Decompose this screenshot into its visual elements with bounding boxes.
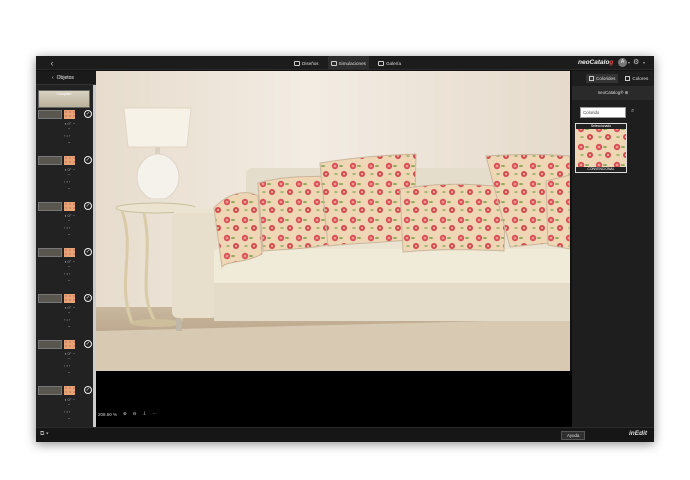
layer-row[interactable]: ✓ ◑ 0° ◔ ⌃ ‹ • › ⌄ — [36, 384, 96, 430]
layer-row[interactable]: ✓ ◑ 0° ◔ ⌃ ‹ • › ⌄ — [36, 108, 96, 154]
layer-row[interactable]: ✓ ◑ 0° ◔ ⌃ ‹ • › ⌄ — [36, 200, 96, 246]
check-icon[interactable]: ✓ — [84, 340, 92, 348]
brand-logo: neoCatalog — [578, 59, 613, 66]
settings-chevron-icon[interactable]: ▾ — [643, 60, 645, 65]
zoom-toolbar: 208.60 % ⊕ ⊖ ⇩ ⋯ — [98, 411, 157, 417]
brand-text: neoCatalo — [578, 59, 610, 66]
palette-icon — [589, 76, 594, 81]
check-icon[interactable]: ✓ — [84, 202, 92, 210]
layer-row[interactable]: ✓ ◑ 0° ◔ ⌃ ‹ • › ⌄ — [36, 292, 96, 338]
drop-icon — [625, 76, 631, 81]
bookmark-icon — [377, 60, 384, 66]
layer-controls[interactable]: ◑ 0° ◔ ⌃ ‹ • › ⌄ — [64, 167, 75, 191]
tab-disenos-label: Diseños — [302, 60, 319, 66]
layer-controls[interactable]: ◑ 0° ◔ ⌃ ‹ • › ⌄ — [64, 259, 75, 283]
chevron-down-icon[interactable]: ▾ — [628, 60, 630, 65]
objects-header[interactable]: ‹ Objetos — [36, 71, 96, 85]
tab-disenos[interactable]: Diseños — [291, 56, 322, 70]
check-icon[interactable]: ✓ — [84, 294, 92, 302]
canvas-background — [96, 371, 572, 427]
layer-pattern-thumbnail[interactable] — [64, 340, 75, 349]
simulation-viewport[interactable] — [96, 71, 570, 371]
color-panel: Colorides Colores neoCatalog® ⊕ Colorido… — [572, 71, 654, 427]
layer-thumbnail[interactable] — [38, 248, 62, 257]
layer-row[interactable]: ✓ ◑ 0° ◔ ⌃ ‹ • › ⌄ — [36, 154, 96, 200]
room-scene — [96, 71, 570, 371]
check-icon[interactable]: ✓ — [84, 248, 92, 256]
color-tabs: Colorides Colores — [572, 71, 654, 86]
catalog-info[interactable]: neoCatalog® ⊕ — [572, 86, 654, 100]
layer-thumbnail[interactable] — [38, 340, 62, 349]
layer-pattern-thumbnail[interactable] — [64, 248, 75, 257]
sofa-icon — [330, 60, 337, 66]
tab-simulaciones-label: Simulaciones — [338, 60, 366, 66]
zoom-in-icon[interactable]: ⊕ — [123, 411, 127, 417]
search-input[interactable]: Colorido — [580, 107, 626, 118]
layer-controls[interactable]: ◑ 0° ◔ ⌃ ‹ • › ⌄ — [64, 397, 75, 421]
check-icon[interactable]: ✓ — [84, 156, 92, 164]
zoom-out-icon[interactable]: ⊖ — [133, 411, 137, 417]
chevron-left-icon: ‹ — [52, 74, 54, 81]
swatch-pattern — [576, 124, 626, 172]
check-icon[interactable]: ✓ — [84, 386, 92, 394]
back-button[interactable]: ‹ — [45, 58, 59, 68]
layer-pattern-thumbnail[interactable] — [64, 202, 75, 211]
top-bar: ‹ Diseños Simulaciones Galería neoCatalo… — [36, 56, 654, 70]
layer-pattern-thumbnail[interactable] — [64, 294, 75, 303]
download-icon[interactable]: ⇩ — [143, 411, 147, 417]
tab-colores[interactable]: Colores — [622, 74, 651, 83]
brand-accent: g — [609, 59, 614, 66]
objects-title: Objetos — [56, 74, 74, 81]
tab-colorides[interactable]: Colorides — [586, 74, 619, 83]
layer-list: ✓ ◑ 0° ◔ ⌃ ‹ • › ⌄ ✓ ◑ 0° ◔ ⌃ ‹ • › ⌄ ✓ ◑ 0° ◔ … — [36, 108, 96, 430]
tab-simulaciones[interactable]: Simulaciones — [327, 56, 369, 70]
swatch-bottom-label: CONVENCIONAL — [576, 167, 626, 172]
layer-controls[interactable]: ◑ 0° ◔ ⌃ ‹ • › ⌄ — [64, 121, 75, 145]
edit-icon[interactable]: ⧉ ▾ — [40, 431, 48, 438]
app-window: ‹ Diseños Simulaciones Galería neoCatalo… — [36, 56, 654, 442]
tab-colores-label: Colores — [632, 76, 649, 81]
layer-thumbnail[interactable] — [38, 202, 62, 211]
layer-pattern-thumbnail[interactable] — [64, 156, 75, 165]
tab-colorides-label: Colorides — [596, 76, 616, 81]
grid-icon — [294, 60, 300, 66]
tab-galeria[interactable]: Galería — [375, 56, 404, 70]
layer-controls[interactable]: ◑ 0° ◔ ⌃ ‹ • › ⌄ — [64, 213, 75, 237]
objects-panel: ‹ Objetos Completo ✓ ◑ 0° ◔ ⌃ ‹ • › ⌄ ✓ ◑ 0°… — [36, 71, 96, 427]
layer-controls[interactable]: ◑ 0° ◔ ⌃ ‹ • › ⌄ — [64, 305, 75, 329]
layer-pattern-thumbnail[interactable] — [64, 110, 75, 119]
object-thumbnail-complete[interactable]: Completo — [38, 90, 90, 108]
layer-thumbnail[interactable] — [38, 386, 62, 395]
avatar[interactable]: A — [618, 58, 627, 67]
swatch-top-label: Seleccionado — [576, 124, 626, 129]
object-thumbnail-label: Completo — [56, 92, 72, 96]
layer-pattern-thumbnail[interactable] — [64, 386, 75, 395]
layer-row[interactable]: ✓ ◑ 0° ◔ ⌃ ‹ • › ⌄ — [36, 246, 96, 292]
layer-thumbnail[interactable] — [38, 156, 62, 165]
inedit-logo: inEdit — [629, 430, 648, 437]
layer-controls[interactable]: ◑ 0° ◔ ⌃ ‹ • › ⌄ — [64, 351, 75, 375]
gear-icon[interactable]: ⚙ — [633, 58, 639, 67]
more-icon[interactable]: ⋯ — [152, 411, 157, 417]
check-icon[interactable]: ✓ — [84, 110, 92, 118]
help-button[interactable]: Ayuda — [561, 431, 586, 440]
layer-thumbnail[interactable] — [38, 294, 62, 303]
bottom-bar: ⧉ ▾ Ayuda inEdit — [36, 427, 654, 442]
tab-galeria-label: Galería — [385, 60, 402, 66]
layer-row[interactable]: ✓ ◑ 0° ◔ ⌃ ‹ • › ⌄ — [36, 338, 96, 384]
main-tabs: Diseños Simulaciones Galería — [291, 56, 404, 70]
colorway-swatch[interactable]: Seleccionado CONVENCIONAL — [575, 123, 627, 173]
layer-thumbnail[interactable] — [38, 110, 62, 119]
zoom-level: 208.60 % — [98, 411, 118, 417]
search-icon[interactable]: ⌕ — [631, 108, 634, 115]
